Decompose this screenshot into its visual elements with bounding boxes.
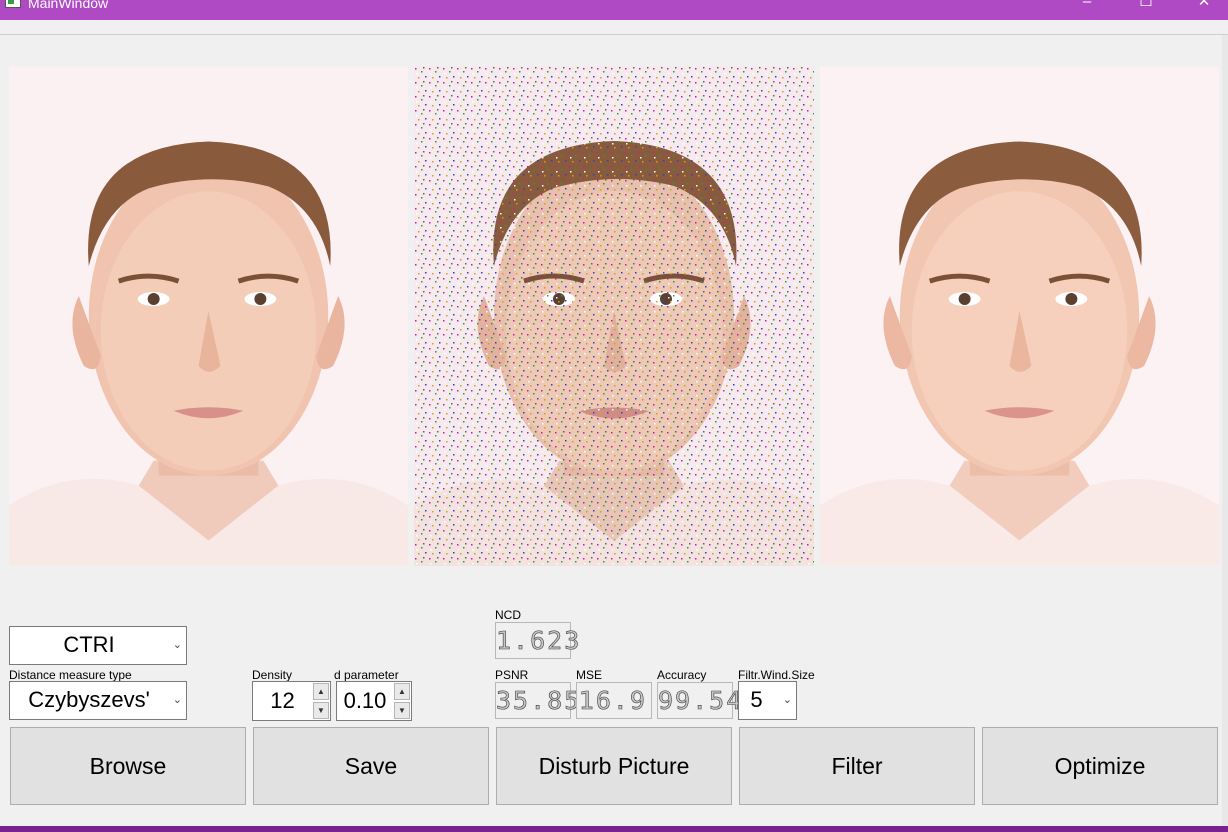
browse-button[interactable]: Browse <box>10 727 246 805</box>
ncd-label: NCD <box>495 608 521 622</box>
d-parameter-label: d parameter <box>334 668 399 682</box>
accuracy-display: 99.54 <box>657 682 742 719</box>
d-parameter-spinbox[interactable]: 0.10 ▲ ▼ <box>336 681 412 721</box>
spin-down-icon[interactable]: ▼ <box>313 702 329 719</box>
distance-measure-value: Czybyszevs' <box>28 687 150 712</box>
metric-combo[interactable]: CTRI ⌄ <box>9 626 187 665</box>
psnr-display: 35.85 <box>495 682 580 719</box>
window-title: MainWindow <box>28 0 109 11</box>
original-face-image <box>9 66 408 566</box>
minimize-button[interactable]: – <box>1072 0 1102 16</box>
distance-measure-label: Distance measure type <box>9 668 132 682</box>
accuracy-label: Accuracy <box>657 668 707 682</box>
disturb-picture-button[interactable]: Disturb Picture <box>496 727 732 805</box>
filter-window-size-combo[interactable]: 5 ⌄ <box>738 681 797 720</box>
chevron-down-icon: ⌄ <box>782 694 792 706</box>
disturbed-face-image <box>414 66 814 566</box>
density-spinbox[interactable]: 12 ▲ ▼ <box>252 681 331 721</box>
density-value: 12 <box>270 688 295 713</box>
spin-up-icon[interactable]: ▲ <box>313 683 329 700</box>
original-image-panel <box>9 66 408 566</box>
density-label: Density <box>252 668 293 682</box>
filtered-image-panel <box>820 66 1219 566</box>
mse-display: 16.9 <box>576 682 652 719</box>
psnr-label: PSNR <box>495 668 529 682</box>
close-button[interactable]: ✕ <box>1189 0 1219 16</box>
spin-down-icon[interactable]: ▼ <box>394 702 410 719</box>
maximize-button[interactable]: ☐ <box>1131 0 1161 16</box>
filtered-face-image <box>820 66 1219 566</box>
optimize-button[interactable]: Optimize <box>982 727 1218 805</box>
spin-up-icon[interactable]: ▲ <box>394 683 410 700</box>
filter-window-size-label: Filtr.Wind.Size <box>738 668 815 682</box>
menu-bar <box>0 20 1228 35</box>
bottom-border <box>0 826 1228 832</box>
metric-combo-value: CTRI <box>63 632 115 657</box>
chevron-down-icon: ⌄ <box>172 694 182 706</box>
mse-label: MSE <box>576 668 603 682</box>
scrollbar[interactable] <box>1222 35 1228 826</box>
distance-measure-combo[interactable]: Czybyszevs' ⌄ <box>9 681 187 720</box>
title-bar: MainWindow – ☐ ✕ <box>0 0 1228 20</box>
ncd-display: 1.623 <box>495 622 580 659</box>
filter-button[interactable]: Filter <box>739 727 975 805</box>
disturbed-image-panel <box>414 66 814 566</box>
filter-window-size-value: 5 <box>750 687 763 712</box>
d-parameter-value: 0.10 <box>343 688 387 713</box>
app-icon <box>5 0 21 8</box>
save-button[interactable]: Save <box>253 727 489 805</box>
chevron-down-icon: ⌄ <box>172 639 182 651</box>
